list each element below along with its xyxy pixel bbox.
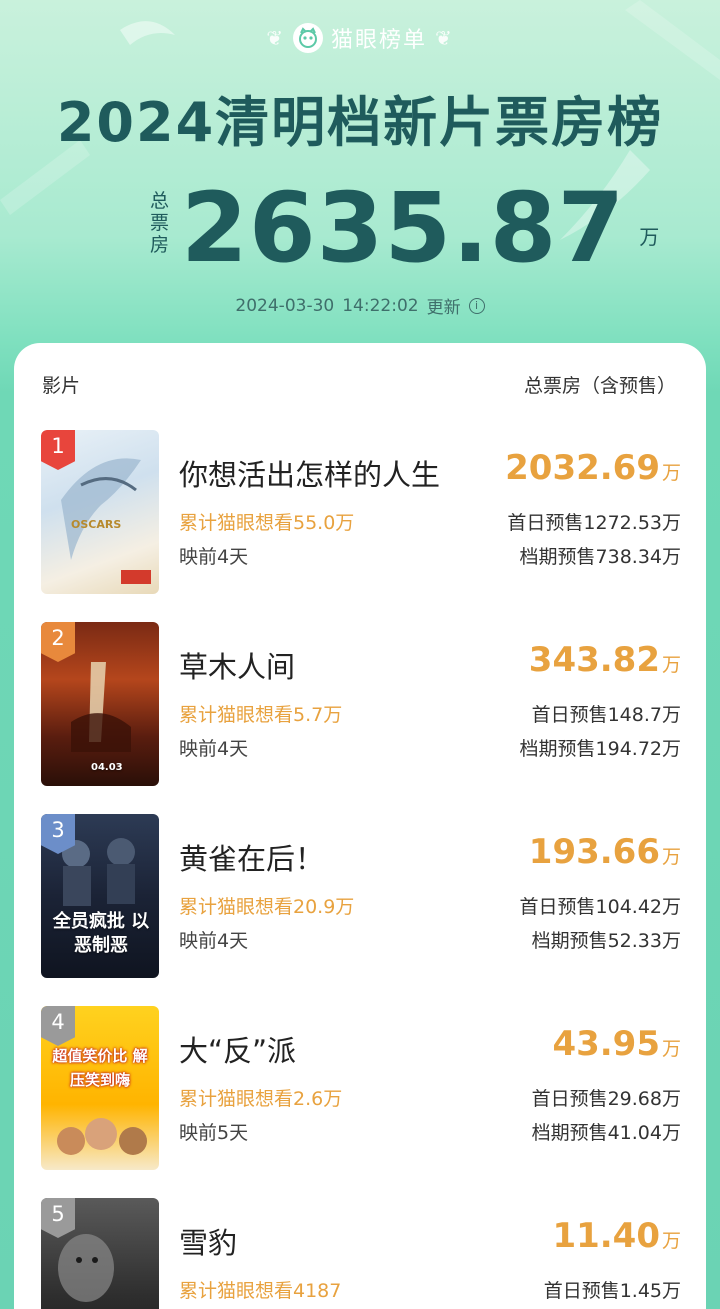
update-label: 更新 <box>426 298 461 318</box>
first-day-presale: 首日预售1.45万 <box>543 1280 681 1302</box>
gross-unit: 万 <box>661 654 681 676</box>
info-icon[interactable]: i <box>468 297 485 314</box>
column-gross: 总票房（含预售） <box>523 375 676 397</box>
brand-bar: ❦ 猫眼榜单 ❦ <box>0 22 720 54</box>
column-film: 影片 <box>42 375 81 397</box>
want-count: 累计猫眼想看20.9万 <box>179 896 355 918</box>
gross-unit: 万 <box>661 1230 681 1252</box>
movie-title[interactable]: 你想活出怎样的人生 <box>179 452 440 494</box>
days-before-release: 映前4天 <box>179 738 249 760</box>
update-clock: 14:22:02 <box>342 295 419 316</box>
movie-title[interactable]: 雪豹 <box>179 1220 237 1262</box>
list-item[interactable]: 超值笑价比 解压笑到嗨 4 大“反”派 累计猫眼想看2.6万 映前5天 43.9… <box>41 1006 681 1170</box>
want-count: 累计猫眼想看5.7万 <box>179 704 343 726</box>
gross-number: 43.95 <box>552 1024 660 1064</box>
poster-caption: 全员疯批 以恶制恶 <box>52 911 150 956</box>
gross-unit: 万 <box>661 846 681 868</box>
gross-unit: 万 <box>661 1038 681 1060</box>
total-label-char: 总 <box>150 190 170 212</box>
total-label: 总 票 房 <box>150 190 169 256</box>
maoyan-logo-icon <box>292 23 323 53</box>
page-title: 2024清明档新片票房榜 <box>56 91 664 154</box>
period-presale: 档期预售194.72万 <box>519 738 681 760</box>
gross-value: 2032.69 万 <box>505 448 681 488</box>
total-unit: 万 <box>639 225 660 249</box>
movie-poster[interactable]: 5 <box>41 1198 159 1309</box>
movie-poster[interactable]: 超值笑价比 解压笑到嗨 4 <box>41 1006 159 1170</box>
total-box-office: 总 票 房 2635.87 万 <box>150 168 659 278</box>
brand-name: 猫眼榜单 <box>330 28 427 53</box>
want-count: 累计猫眼想看2.6万 <box>179 1088 343 1110</box>
update-date: 2024-03-30 <box>235 295 335 316</box>
gross-unit: 万 <box>661 462 681 484</box>
update-time: 2024-03-30 14:22:02 更新 i <box>0 293 720 318</box>
period-presale: 档期预售41.04万 <box>531 1122 681 1144</box>
poster-caption: 04.03 <box>91 762 123 773</box>
days-before-release: 映前4天 <box>179 930 249 952</box>
gross-number: 193.66 <box>528 832 660 872</box>
period-presale: 档期预售738.34万 <box>519 546 681 568</box>
ranking-card: 影片 总票房（含预售） OSCARS 1 你想活出怎样的人生 累计猫眼想看55.… <box>14 343 706 1309</box>
list-item[interactable]: 5 雪豹 累计猫眼想看4187 11.40 万 首日预售1.45万 <box>41 1198 681 1309</box>
total-label-char: 票 <box>150 212 170 234</box>
list-header: 影片 总票房（含预售） <box>42 371 676 398</box>
gross-value: 193.66 万 <box>529 832 681 872</box>
gross-value: 343.82 万 <box>529 640 681 680</box>
want-count: 累计猫眼想看55.0万 <box>179 512 355 534</box>
movie-title[interactable]: 大“反”派 <box>179 1028 296 1070</box>
gross-number: 11.40 <box>552 1216 660 1256</box>
movie-poster[interactable]: OSCARS 1 <box>41 430 159 594</box>
poster-caption: OSCARS <box>71 518 122 531</box>
poster-caption: 超值笑价比 解压笑到嗨 <box>52 1047 148 1089</box>
days-before-release: 映前5天 <box>179 1122 249 1144</box>
movie-title[interactable]: 黄雀在后！ <box>179 836 324 878</box>
laurel-left-icon: ❦ <box>266 26 285 50</box>
first-day-presale: 首日预售148.7万 <box>531 704 681 726</box>
total-label-char: 房 <box>150 234 170 256</box>
list-item[interactable]: 04.03 2 草木人间 累计猫眼想看5.7万 映前4天 343.82 万 首日预… <box>41 622 681 786</box>
want-count: 累计猫眼想看4187 <box>179 1280 342 1302</box>
laurel-right-icon: ❦ <box>435 26 454 50</box>
first-day-presale: 首日预售104.42万 <box>519 896 681 918</box>
movie-title[interactable]: 草木人间 <box>179 644 295 686</box>
movie-poster[interactable]: 04.03 2 <box>41 622 159 786</box>
gross-value: 11.40 万 <box>552 1216 681 1256</box>
movie-poster[interactable]: 全员疯批 以恶制恶 3 <box>41 814 159 978</box>
days-before-release: 映前4天 <box>179 546 249 568</box>
gross-value: 43.95 万 <box>552 1024 681 1064</box>
list-item[interactable]: OSCARS 1 你想活出怎样的人生 累计猫眼想看55.0万 映前4天 2032… <box>41 430 681 594</box>
gross-number: 2032.69 <box>505 448 660 488</box>
first-day-presale: 首日预售29.68万 <box>531 1088 681 1110</box>
total-value: 2635.87 <box>181 172 626 284</box>
period-presale: 档期预售52.33万 <box>531 930 681 952</box>
first-day-presale: 首日预售1272.53万 <box>507 512 681 534</box>
list-item[interactable]: 全员疯批 以恶制恶 3 黄雀在后！ 累计猫眼想看20.9万 映前4天 193.6… <box>41 814 681 978</box>
gross-number: 343.82 <box>528 640 660 680</box>
header: ❦ 猫眼榜单 ❦ 2024清明档新片票房榜 总 票 房 2635.87 万 20… <box>0 0 720 340</box>
